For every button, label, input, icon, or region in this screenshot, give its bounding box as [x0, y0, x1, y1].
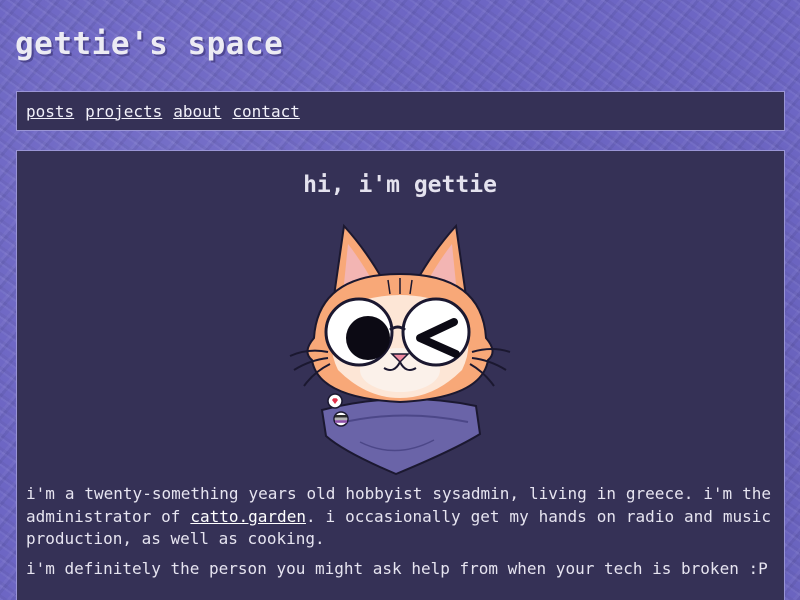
intro-paragraph: i'm a twenty-something years old hobbyis…: [26, 483, 771, 551]
page-heading: hi, i'm gettie: [303, 172, 497, 198]
site-title: gettie's space: [15, 26, 284, 62]
catto-garden-link[interactable]: catto.garden: [190, 507, 306, 526]
nav-link-about[interactable]: about: [173, 102, 221, 121]
nav-link-posts[interactable]: posts: [26, 102, 74, 121]
nav-link-contact[interactable]: contact: [232, 102, 299, 121]
tech-help-paragraph: i'm definitely the person you might ask …: [26, 559, 768, 578]
nav-link-projects[interactable]: projects: [85, 102, 162, 121]
nav-bar: posts projects about contact: [16, 91, 785, 131]
cat-avatar-winking-icon: [289, 223, 511, 476]
